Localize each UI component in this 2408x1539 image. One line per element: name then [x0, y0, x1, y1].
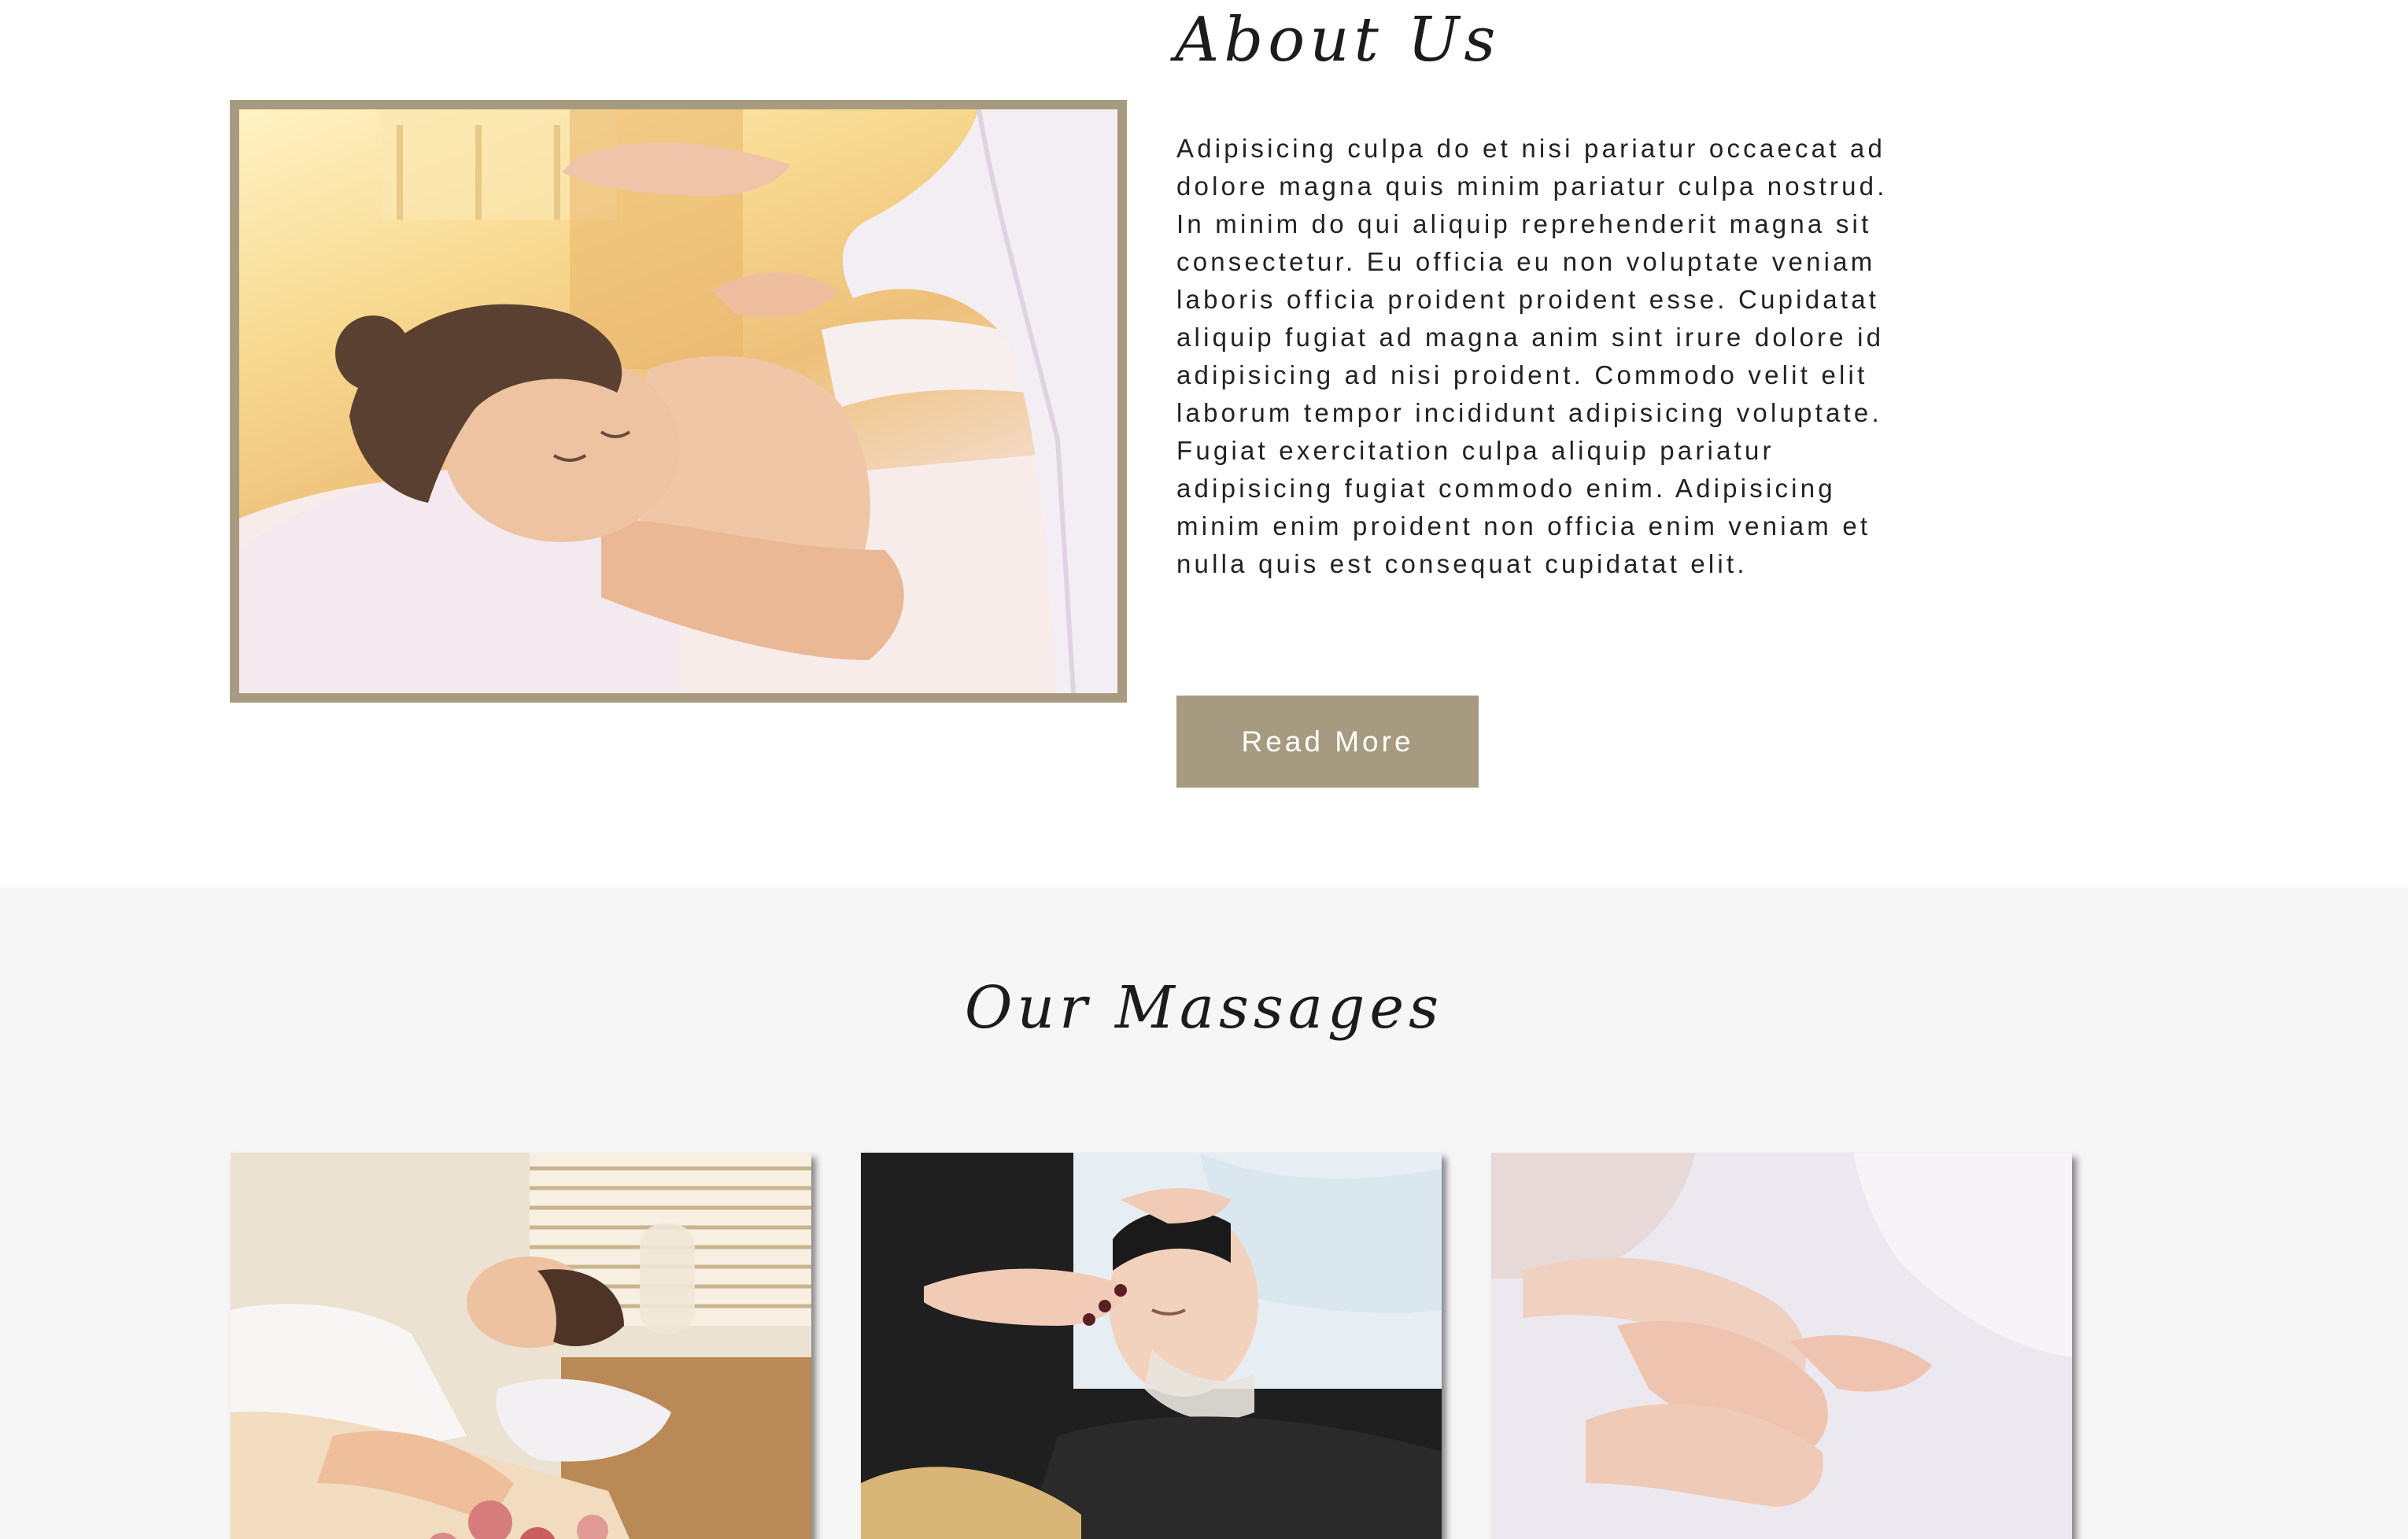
massage-card-image [231, 1153, 811, 1539]
about-image-frame [230, 100, 1127, 703]
massage-card-relaxing[interactable] [231, 1153, 811, 1539]
about-description: Adipisicing culpa do et nisi pariatur oc… [1176, 134, 1888, 578]
massage-card-image [861, 1153, 1442, 1539]
massage-card-facial[interactable] [861, 1153, 1442, 1539]
massage-card-image [1491, 1153, 2072, 1539]
massages-title: Our Massages [964, 974, 1444, 1042]
massages-section: Our Massages [0, 888, 2408, 1539]
about-title: About Us [1175, 5, 1501, 76]
about-massage-image [239, 109, 1117, 693]
massage-card-hand[interactable] [1491, 1153, 2072, 1539]
read-more-button[interactable]: Read More [1176, 696, 1479, 788]
page: About Us Adipisicing culpa do et nisi pa… [0, 0, 2408, 1539]
about-section: About Us Adipisicing culpa do et nisi pa… [0, 0, 2408, 888]
